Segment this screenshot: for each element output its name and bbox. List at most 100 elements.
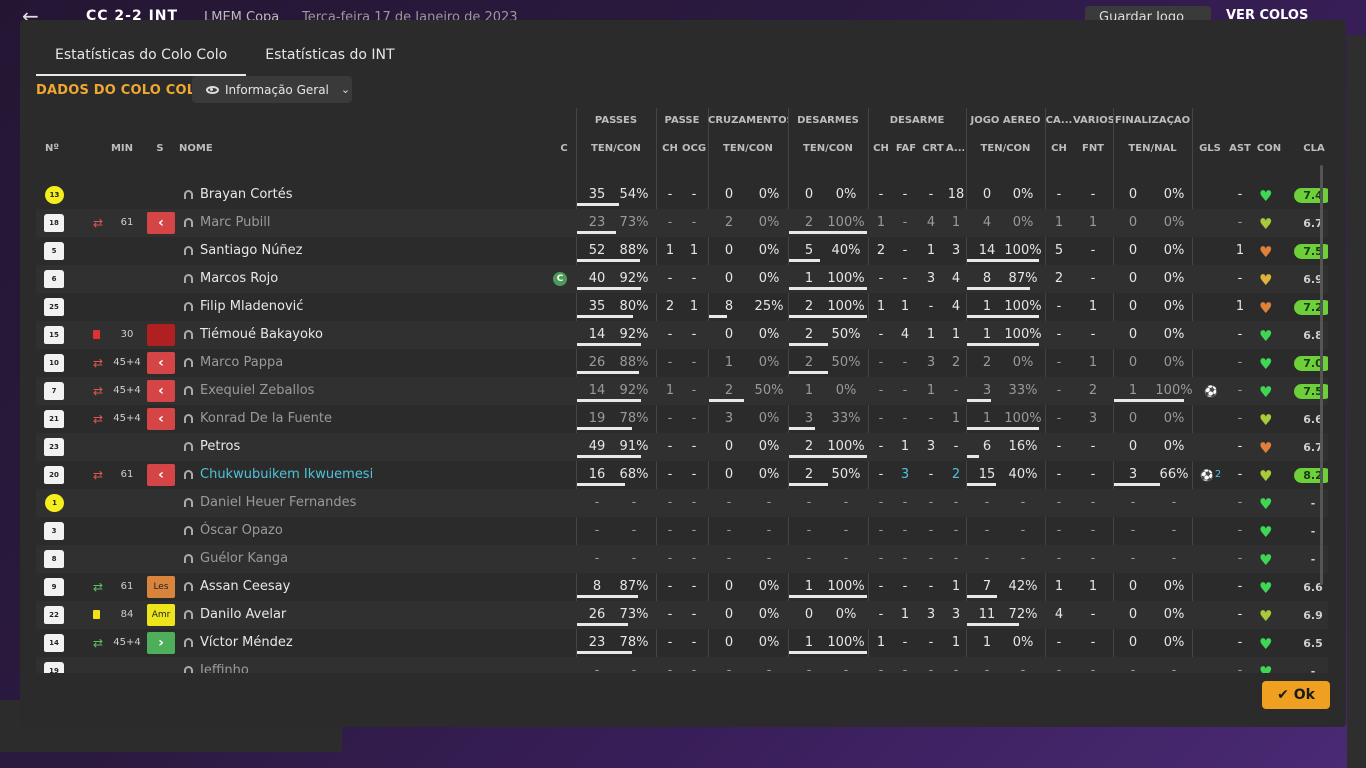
- player-name[interactable]: Chukwubuikem Ikwuemesi: [200, 461, 373, 489]
- stat-value: -: [691, 187, 697, 202]
- substitution-badge: Amr: [147, 604, 175, 626]
- column-header[interactable]: TEN/CON: [708, 143, 788, 154]
- column-header[interactable]: CH: [1045, 143, 1073, 154]
- column-header[interactable]: MIN: [106, 143, 138, 154]
- tab-home-stats[interactable]: Estatísticas do Colo Colo: [36, 44, 247, 76]
- stat-value: -: [1090, 607, 1096, 622]
- stat-value: -: [1090, 551, 1096, 566]
- column-header[interactable]: FNT: [1079, 143, 1107, 154]
- stat-value: -: [953, 383, 959, 398]
- stat-value: -: [928, 187, 934, 202]
- player-name[interactable]: Óscar Opazo: [200, 517, 283, 545]
- player-name[interactable]: Guélor Kanga: [200, 545, 288, 573]
- stat-value: 0%: [1163, 635, 1185, 650]
- stat-value: -: [691, 467, 697, 482]
- table-row[interactable]: 19 Jeffinho - - - - - - - - - - - - - - - - - - - ♥ -: [36, 657, 1328, 673]
- player-name[interactable]: Marco Pappa: [200, 349, 283, 377]
- view-dropdown[interactable]: Informação Geral ⌄: [192, 76, 352, 103]
- column-header[interactable]: AST: [1228, 143, 1252, 154]
- table-row[interactable]: 21 ⇄ 45+4 ‹ Konrad De la Fuente 19 78% - -3 0% 3 33…: [36, 405, 1328, 433]
- player-name[interactable]: Exequiel Zeballos: [200, 377, 314, 405]
- stat-value: 0%: [758, 579, 780, 594]
- table-scrollbar[interactable]: [1320, 165, 1323, 585]
- column-header[interactable]: CH: [870, 143, 892, 154]
- table-row[interactable]: 1 Daniel Heuer Fernandes - - - - - - - - - - - - - - - - -…: [36, 489, 1328, 517]
- table-row[interactable]: 14 ⇄ 45+4 › Víctor Méndez 23 78% - -0 0% 1 100% 1- -1…: [36, 629, 1328, 657]
- stat-progress-bar: [577, 343, 641, 346]
- player-name[interactable]: Víctor Méndez: [200, 629, 293, 657]
- shirt-number-icon: 21: [44, 410, 64, 428]
- stat-progress-bar: [967, 483, 996, 486]
- stat-value: 2: [665, 299, 675, 314]
- condition-heart-icon: ♥: [1259, 551, 1273, 569]
- player-name[interactable]: Konrad De la Fuente: [200, 405, 332, 433]
- column-header[interactable]: OCG: [682, 143, 706, 154]
- column-header[interactable]: CH: [660, 143, 680, 154]
- captain-icon: C: [553, 272, 567, 286]
- table-row[interactable]: 8 Guélor Kanga - - - - - - - - - - - - - - - - - - - ♥ -: [36, 545, 1328, 573]
- column-header[interactable]: C: [556, 143, 572, 154]
- stat-value: -: [1237, 663, 1243, 673]
- player-name[interactable]: Filip Mladenović: [200, 293, 303, 321]
- tab-away-stats[interactable]: Estatísticas do INT: [246, 44, 413, 76]
- player-name[interactable]: Marc Pubill: [200, 209, 270, 237]
- player-name[interactable]: Brayan Cortés: [200, 181, 293, 209]
- stat-value: -: [806, 495, 812, 510]
- headset-icon: [184, 218, 193, 227]
- substitution-arrow-icon: ⇄: [93, 412, 104, 426]
- condition-heart-icon: ♥: [1259, 243, 1273, 261]
- table-row[interactable]: 3 Óscar Opazo - - - - - - - - - - - - - - - - - - - ♥ -: [36, 517, 1328, 545]
- player-name[interactable]: Assan Ceesay: [200, 573, 290, 601]
- column-header[interactable]: TEN/NAL: [1113, 143, 1192, 154]
- player-name[interactable]: Marcos Rojo: [200, 265, 278, 293]
- stat-value: -: [902, 495, 908, 510]
- table-row[interactable]: 20 ⇄ 61 ‹ Chukwubuikem Ikwuemesi 16 68% - -0 0% 2 5…: [36, 461, 1328, 489]
- column-header[interactable]: Nº: [42, 143, 62, 154]
- stat-progress-bar: [709, 399, 744, 402]
- player-name[interactable]: Santiago Núñez: [200, 237, 303, 265]
- column-header[interactable]: TEN/CON: [966, 143, 1045, 154]
- column-header[interactable]: CON: [1256, 143, 1282, 154]
- column-header[interactable]: NOME: [179, 143, 239, 154]
- table-row[interactable]: 22 84 Amr Danilo Avelar 26 73% - -0 0% 0 0% -1 3 3 11 7…: [36, 601, 1328, 629]
- stat-value: -: [691, 383, 697, 398]
- stat-value: 0%: [1163, 355, 1185, 370]
- player-name[interactable]: Daniel Heuer Fernandes: [200, 489, 356, 517]
- column-header[interactable]: CLA: [1294, 143, 1328, 154]
- table-row[interactable]: 13 Brayan Cortés 35 54% - -0 0% 0 0% - - -18 0 0% - -0 0…: [36, 181, 1328, 209]
- stat-value: -: [1090, 439, 1096, 454]
- column-header[interactable]: FAF: [894, 143, 918, 154]
- stat-value: -: [984, 551, 990, 566]
- stat-value: -: [1237, 551, 1243, 566]
- stat-value: 3: [951, 607, 961, 622]
- substitution-badge: ‹: [147, 212, 175, 234]
- column-header[interactable]: TEN/CON: [788, 143, 868, 154]
- table-row[interactable]: 23 Petros 49 91% - -0 0% 2 100% -1 3-6 16% - -0 0% - ♥ 6.…: [36, 433, 1328, 461]
- condition-heart-icon: ♥: [1259, 663, 1273, 674]
- table-row[interactable]: 7 ⇄ 45+4 ‹ Exequiel Zeballos 14 92% 1-2 50% 1 0% - -…: [36, 377, 1328, 405]
- stat-value: -: [1020, 551, 1026, 566]
- table-row[interactable]: 18 ⇄ 61 ‹ Marc Pubill 23 73% - -2 0% 2 100% 1-4 1 4 0% 1…: [36, 209, 1328, 237]
- stat-value: 0%: [835, 383, 857, 398]
- player-name[interactable]: Jeffinho: [200, 657, 249, 673]
- condition-heart-icon: ♥: [1259, 523, 1273, 541]
- column-header[interactable]: GLS: [1198, 143, 1222, 154]
- stat-value: -: [902, 215, 908, 230]
- shirt-number-icon: 3: [44, 522, 64, 540]
- column-header[interactable]: TEN/CON: [576, 143, 656, 154]
- table-row[interactable]: 10 ⇄ 45+4 ‹ Marco Pappa 26 88% - -1 0% 2 50% - -3 2 2 0%…: [36, 349, 1328, 377]
- column-header[interactable]: A...: [946, 143, 964, 154]
- player-name[interactable]: Tiémoué Bakayoko: [200, 321, 323, 349]
- player-name[interactable]: Petros: [200, 433, 240, 461]
- stat-value: 3: [926, 271, 936, 286]
- player-name[interactable]: Danilo Avelar: [200, 601, 286, 629]
- column-header[interactable]: CRT: [920, 143, 946, 154]
- table-row[interactable]: 5 Santiago Núñez 52 88% 1 1 0 0% 5 40% 2-1 3 14 100% 5…: [36, 237, 1328, 265]
- table-row[interactable]: 9 ⇄ 61 Les Assan Ceesay 8 87% - -0 0% 1 100% - - -1 7 42…: [36, 573, 1328, 601]
- table-row[interactable]: 6 Marcos Rojo C 40 92% - -0 0% 1 100% - -3 4 8 87% 2-0 0…: [36, 265, 1328, 293]
- stat-progress-bar: [577, 259, 640, 262]
- table-row[interactable]: 15 30 Tiémoué Bakayoko 14 92% - -0 0% 2 50% -4 1 1 1 1…: [36, 321, 1328, 349]
- column-header[interactable]: S: [154, 143, 166, 154]
- ok-button[interactable]: ✔ Ok: [1262, 681, 1330, 709]
- table-row[interactable]: 25 Filip Mladenović 35 80% 2 1 8 25% 2 100% 1 1-4 1 1…: [36, 293, 1328, 321]
